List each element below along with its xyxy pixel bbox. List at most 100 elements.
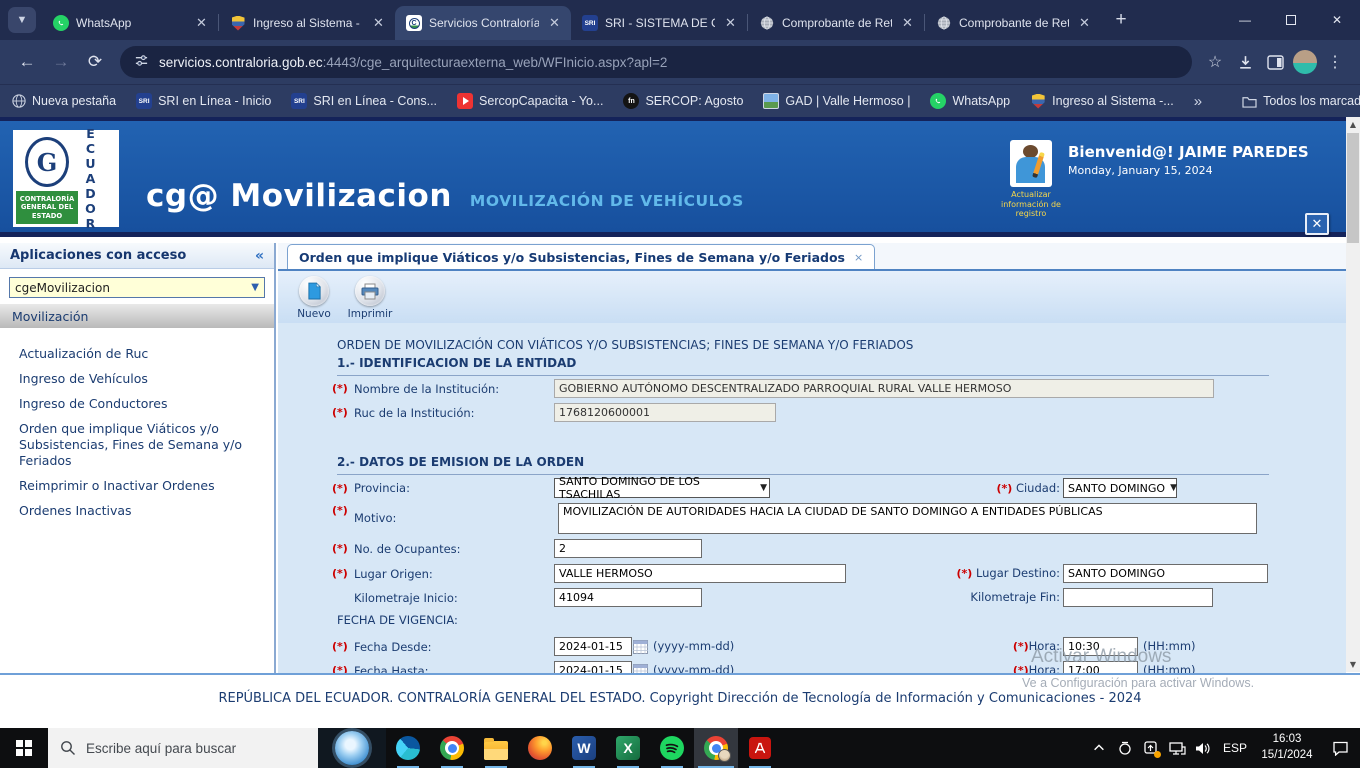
taskbar-chrome[interactable]	[430, 728, 474, 768]
provincia-select[interactable]: SANTO DOMINGO DE LOS TSACHILAS ▼	[554, 475, 770, 501]
bookmark-sercopcapacita[interactable]: SercopCapacita - Yo...	[457, 93, 603, 109]
forward-button[interactable]: →	[44, 45, 78, 79]
app-subtitle: MOVILIZACIÓN DE VEHÍCULOS	[469, 192, 744, 210]
tab-close-icon[interactable]: ✕	[722, 15, 739, 32]
tray-app-icon[interactable]	[1112, 728, 1138, 768]
bookmark-sri-consultas[interactable]: SRI SRI en Línea - Cons...	[291, 93, 437, 109]
tab-close-icon[interactable]: ✕	[193, 15, 210, 32]
taskbar-firefox[interactable]	[518, 728, 562, 768]
lugar-destino-input[interactable]	[1063, 564, 1268, 583]
sidebar-item-actualizacion-ruc[interactable]: Actualización de Ruc	[0, 341, 274, 366]
taskbar-edge[interactable]	[386, 728, 430, 768]
ocupantes-input[interactable]	[554, 539, 702, 558]
browser-tab-comprobante-2[interactable]: Comprobante de Ret ✕	[925, 6, 1101, 40]
tab-search-button[interactable]: ▼	[8, 7, 36, 33]
bookmark-whatsapp[interactable]: WhatsApp	[930, 93, 1010, 109]
scroll-down-arrow[interactable]: ▼	[1346, 657, 1360, 672]
taskbar-word[interactable]: W	[562, 728, 606, 768]
bookmarks-overflow-chevron[interactable]: »	[1194, 93, 1202, 110]
sidebar-item-ingreso-conductores[interactable]: Ingreso de Conductores	[0, 391, 274, 416]
form-title: ORDEN DE MOVILIZACIÓN CON VIÁTICOS Y/O S…	[337, 338, 914, 352]
tab-close-icon[interactable]: ✕	[899, 15, 916, 32]
ciudad-select[interactable]: SANTO DOMINGO ▼	[1063, 478, 1177, 498]
sidebar-item-ordenes-inactivas[interactable]: Ordenes Inactivas	[0, 498, 274, 523]
motivo-textarea[interactable]: MOVILIZACIÓN DE AUTORIDADES HACIA LA CIU…	[558, 503, 1257, 534]
start-button[interactable]	[0, 728, 48, 768]
application-select[interactable]: cgeMovilizacion ▼	[9, 277, 265, 298]
cge-favicon: C	[406, 15, 422, 31]
new-button[interactable]: Nuevo	[290, 276, 338, 323]
taskbar-file-explorer[interactable]	[474, 728, 518, 768]
tray-show-hidden-icons[interactable]	[1086, 728, 1112, 768]
maximize-button[interactable]	[1268, 0, 1314, 40]
taskbar-search[interactable]	[48, 728, 318, 768]
app-close-button[interactable]: ✕	[1305, 213, 1329, 235]
network-icon[interactable]	[1164, 728, 1190, 768]
site-image-icon	[763, 93, 780, 109]
bookmark-gad-valle-hermoso[interactable]: GAD | Valle Hermoso |	[763, 93, 910, 109]
bookmark-sercop-agosto[interactable]: fn SERCOP: Agosto	[623, 93, 743, 109]
bookmark-ingreso-sistema[interactable]: Ingreso al Sistema -...	[1030, 93, 1174, 109]
language-indicator[interactable]: ESP	[1216, 741, 1254, 755]
cge-emblem-icon: G	[16, 133, 78, 191]
sidebar-item-orden-viaticos[interactable]: Orden que implique Viáticos y/o Subsiste…	[0, 416, 274, 473]
taskbar-excel[interactable]: X	[606, 728, 650, 768]
km-inicio-input[interactable]	[554, 588, 702, 607]
reload-button[interactable]: ⟳	[78, 45, 112, 79]
taskbar-acrobat[interactable]	[738, 728, 782, 768]
bookmark-sri-inicio[interactable]: SRI SRI en Línea - Inicio	[136, 93, 271, 109]
bookmark-nueva-pestana[interactable]: Nueva pestaña	[12, 94, 116, 108]
taskbar-spotify[interactable]	[650, 728, 694, 768]
welcome-date: Monday, January 15, 2024	[1068, 164, 1213, 177]
profile-avatar[interactable]	[1290, 47, 1320, 77]
document-tab-close-icon[interactable]: ×	[854, 251, 863, 264]
browser-menu-icon[interactable]: ⋮	[1320, 47, 1350, 77]
address-bar[interactable]: servicios.contraloria.gob.ec:4443/cge_ar…	[120, 46, 1192, 78]
user-avatar-button[interactable]	[1010, 140, 1052, 187]
fecha-hasta-input[interactable]	[554, 661, 632, 673]
calendar-icon[interactable]	[633, 663, 648, 673]
scrollbar-thumb[interactable]	[1347, 133, 1359, 243]
tab-title: WhatsApp	[76, 16, 132, 30]
new-tab-button[interactable]: +	[1107, 6, 1135, 34]
nombre-input[interactable]	[554, 379, 1214, 398]
action-center-icon[interactable]	[1320, 728, 1360, 768]
downloads-icon[interactable]	[1230, 47, 1260, 77]
bookmark-label: Ingreso al Sistema -...	[1052, 94, 1174, 108]
page-scrollbar[interactable]: ▲ ▼	[1346, 117, 1360, 672]
document-tab-orden[interactable]: Orden que implique Viáticos y/o Subsiste…	[287, 244, 876, 269]
section-identificacion: 1.- IDENTIFICACION DE LA ENTIDAD	[337, 356, 1269, 376]
volume-icon[interactable]	[1190, 728, 1216, 768]
clock[interactable]: 16:03 15/1/2024	[1254, 732, 1320, 763]
search-highlights-artwork[interactable]	[318, 728, 386, 768]
print-button[interactable]: Imprimir	[346, 276, 394, 323]
scroll-up-arrow[interactable]: ▲	[1346, 117, 1360, 132]
km-fin-input[interactable]	[1063, 588, 1213, 607]
side-panel-icon[interactable]	[1260, 47, 1290, 77]
collapse-sidebar-icon[interactable]: «	[255, 248, 264, 264]
sidebar-item-ingreso-vehiculos[interactable]: Ingreso de Vehículos	[0, 366, 274, 391]
close-window-button[interactable]: ✕	[1314, 0, 1360, 40]
taskbar-search-input[interactable]	[86, 740, 286, 756]
ruc-input[interactable]	[554, 403, 776, 422]
back-button[interactable]: ←	[10, 45, 44, 79]
browser-tab-whatsapp[interactable]: WhatsApp ✕	[42, 6, 218, 40]
browser-tab-comprobante-1[interactable]: Comprobante de Ret ✕	[748, 6, 924, 40]
minimize-button[interactable]: —	[1222, 0, 1268, 40]
calendar-icon[interactable]	[633, 639, 648, 654]
bookmark-star-icon[interactable]: ☆	[1200, 47, 1230, 77]
moodle-icon: fn	[623, 93, 640, 109]
sri-icon: SRI	[136, 93, 153, 109]
browser-tab-sri[interactable]: SRI SRI - SISTEMA DE CO ✕	[571, 6, 747, 40]
tray-sync-attention-icon[interactable]	[1138, 728, 1164, 768]
tab-close-icon[interactable]: ✕	[370, 15, 387, 32]
browser-tab-ingreso[interactable]: Ingreso al Sistema - C ✕	[219, 6, 395, 40]
taskbar-chrome-profile-active[interactable]	[694, 728, 738, 768]
fecha-desde-input[interactable]	[554, 637, 632, 656]
site-info-icon[interactable]	[134, 53, 149, 71]
browser-tab-servicios-contraloria-active[interactable]: C Servicios Contraloría ✕	[395, 6, 571, 40]
tab-close-icon[interactable]: ✕	[546, 15, 563, 32]
sidebar-item-reimprimir-ordenes[interactable]: Reimprimir o Inactivar Ordenes	[0, 473, 274, 498]
tab-close-icon[interactable]: ✕	[1076, 15, 1093, 32]
all-bookmarks-button[interactable]: Todos los marcadores	[1242, 94, 1360, 108]
